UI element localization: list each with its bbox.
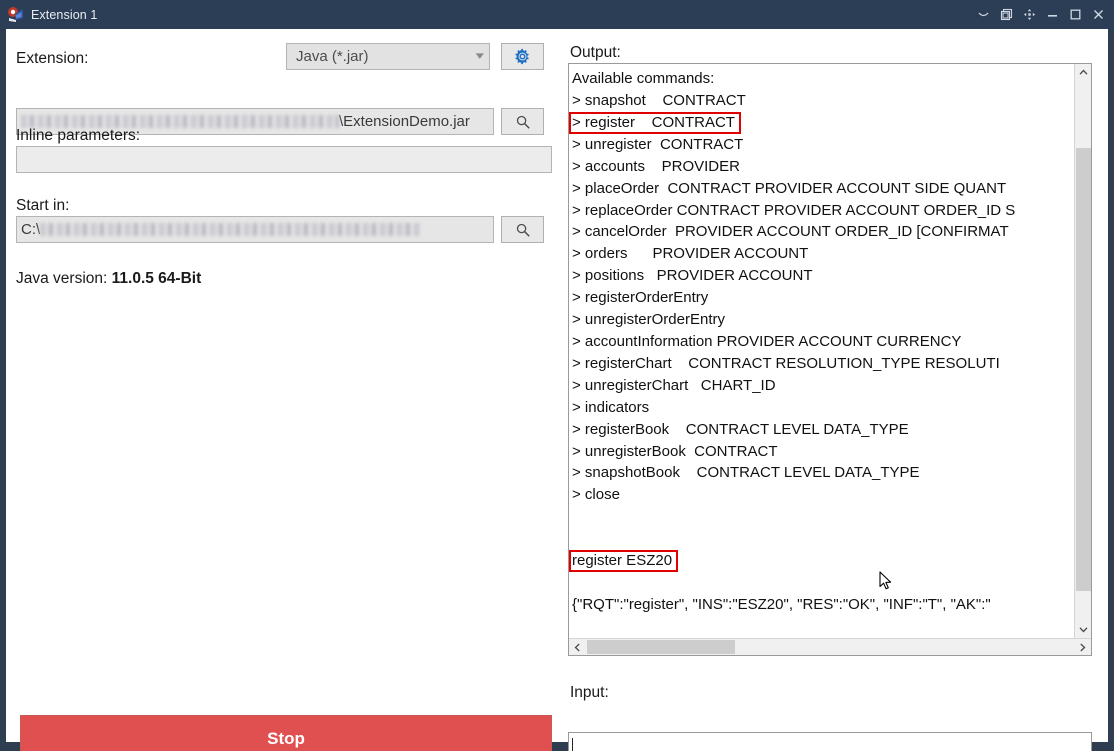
start-in-browse-button[interactable] [501,216,544,243]
extension-label: Extension: [16,50,89,67]
output-line: > close [572,486,620,504]
start-in-field[interactable]: C:\ [16,216,494,243]
output-line: > accounts PROVIDER [572,157,740,175]
output-line: > orders PROVIDER ACCOUNT [572,245,809,263]
input-label: Input: [570,684,609,701]
input-field[interactable] [568,732,1092,751]
output-line: > indicators [572,398,650,416]
scroll-right-icon[interactable] [1074,639,1091,655]
search-icon [516,115,530,129]
start-in-redacted [40,223,421,236]
output-panel: Available commands: > snapshot CONTRACT > … [568,63,1092,656]
start-in-label: Start in: [16,197,70,214]
output-line: > snapshot CONTRACT [572,91,746,109]
java-version-row: Java version: 11.0.5 64-Bit [16,270,201,288]
search-icon [516,223,530,237]
move-icon[interactable] [1018,3,1041,27]
output-line: > snapshotBook CONTRACT LEVEL DATA_TYPE [572,464,920,482]
minimize-icon[interactable] [1041,3,1064,27]
maximize-icon[interactable] [1064,3,1087,27]
highlighted-output-line: register ESZ20 [569,550,679,573]
output-line: > registerBook CONTRACT LEVEL DATA_TYPE [572,420,909,438]
output-vertical-scrollbar[interactable] [1074,64,1091,638]
output-line: > unregister CONTRACT [572,135,744,153]
window-title: Extension 1 [31,7,98,22]
extension-type-value: Java (*.jar) [296,48,369,65]
start-in-value: C:\ [21,221,41,238]
collapse-icon[interactable] [972,3,995,27]
highlighted-output-line: > register CONTRACT [569,111,741,134]
scroll-down-icon[interactable] [1075,621,1091,638]
gear-icon [515,48,529,65]
jar-browse-button[interactable] [501,108,544,135]
output-line: > cancelOrder PROVIDER ACCOUNT ORDER_ID … [572,223,1009,241]
text-caret [572,737,573,751]
java-version-value: 11.0.5 64-Bit [111,270,202,287]
output-line: > registerChart CONTRACT RESOLUTION_TYPE… [572,354,1000,372]
output-line: > positions PROVIDER ACCOUNT [572,267,813,285]
output-line: register ESZ20 [569,550,1075,573]
client-area: Extension: Java (*.jar) ▾ \ExtensionDemo… [6,29,1108,751]
output-line: > unregisterOrderEntry [572,311,725,329]
output-horizontal-scrollbar[interactable] [569,638,1091,655]
scroll-up-icon[interactable] [1075,64,1091,81]
output-label: Output: [570,44,621,61]
output-line: > replaceOrder CONTRACT PROVIDER ACCOUNT… [572,201,1016,219]
output-line: > registerOrderEntry [572,289,709,307]
app-icon [7,6,24,23]
output-line: Available commands: [572,70,715,87]
right-panel: Output: Available commands: > snapshot CO… [562,29,1108,751]
jar-path-value: \ExtensionDemo.jar [339,113,470,130]
output-text-area[interactable]: Available commands: > snapshot CONTRACT > … [569,64,1075,638]
stop-button[interactable]: Stop [20,715,552,751]
scroll-left-icon[interactable] [569,639,586,655]
extension-type-select[interactable]: Java (*.jar) ▾ [286,43,490,70]
extension-settings-button[interactable] [501,43,544,70]
left-panel: Extension: Java (*.jar) ▾ \ExtensionDemo… [6,29,562,751]
output-line: > unregisterChart CHART_ID [572,376,776,394]
cascade-icon[interactable] [995,3,1018,27]
horizontal-scroll-thumb[interactable] [587,640,735,654]
output-line: {"RQT":"register", "INS":"ESZ20", "RES":… [572,596,991,614]
title-bar: Extension 1 [0,0,1114,29]
window-controls [972,0,1110,29]
output-line: > accountInformation PROVIDER ACCOUNT CU… [572,332,962,350]
output-line: > unregisterBook CONTRACT [572,442,778,460]
output-line: > register CONTRACT [569,111,1075,134]
java-version-label: Java version: [16,270,108,287]
close-icon[interactable] [1087,3,1110,27]
output-line: > placeOrder CONTRACT PROVIDER ACCOUNT S… [572,179,1007,197]
inline-parameters-field[interactable] [16,146,552,173]
application-window: Extension 1 Extension: Java (*.jar) ▾ \E… [0,0,1114,751]
inline-parameters-label: Inline parameters: [16,127,141,144]
chevron-down-icon: ▾ [476,50,485,62]
vertical-scroll-thumb[interactable] [1076,148,1091,591]
